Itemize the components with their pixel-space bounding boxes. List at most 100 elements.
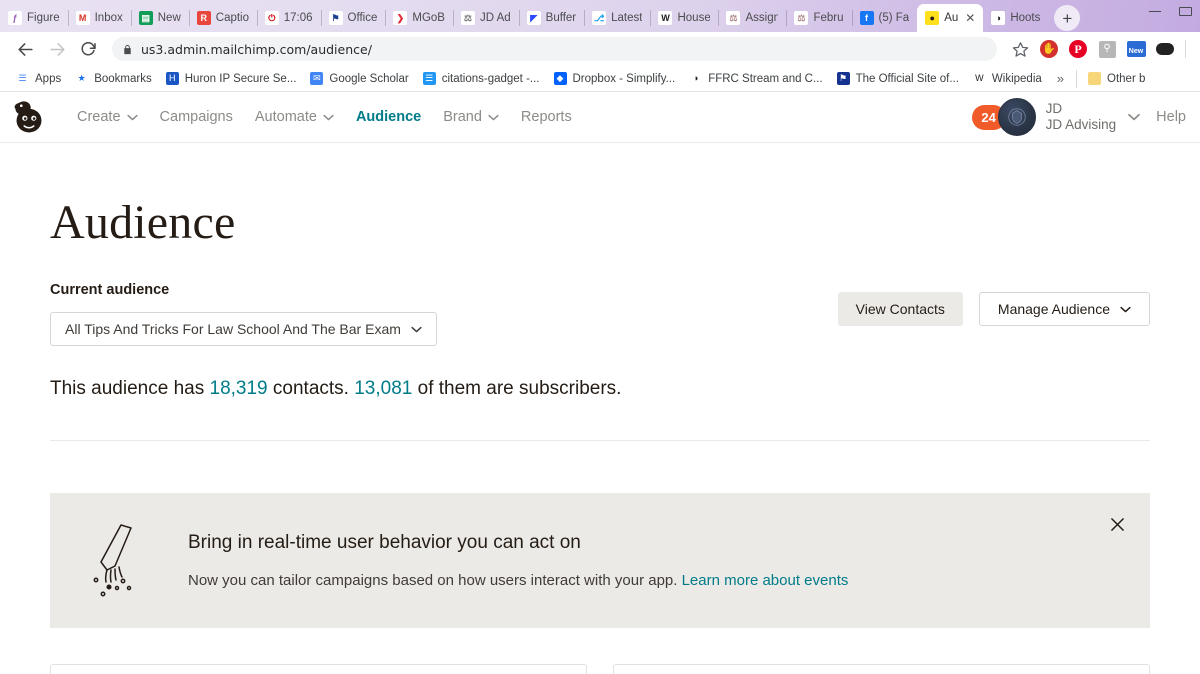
page-title: Audience: [50, 196, 236, 249]
view-contacts-button[interactable]: View Contacts: [837, 292, 963, 326]
bookmark-dropbox[interactable]: ◆ Dropbox - Simplify...: [547, 68, 683, 90]
mailchimp-nav-right: 24 JD JD Advising Help: [971, 98, 1186, 136]
browser-tab-10[interactable]: W House: [650, 4, 718, 32]
bookmark-bookmarks-label: Bookmarks: [94, 72, 152, 85]
browser-tab-label: JD Ad: [479, 12, 511, 24]
bookmarks-overflow-button[interactable]: »: [1049, 71, 1072, 86]
bookmark-ffrc[interactable]: ◑ FFRC Stream and C...: [682, 68, 829, 90]
screencast-extension-icon[interactable]: New: [1123, 36, 1149, 62]
bookmark-wikipedia[interactable]: W Wikipedia: [966, 68, 1049, 90]
nav-item-reports[interactable]: Reports: [510, 103, 583, 131]
browser-toolbar: us3.admin.mailchimp.com/audience/ ✋ P ⚲ …: [0, 32, 1200, 66]
browser-tab-label: 17:06: [283, 12, 313, 24]
chevron-down-glyph: [1128, 113, 1141, 121]
browser-tab-4[interactable]: ⏻ 17:06: [256, 4, 321, 32]
new-tab-button[interactable]: +: [1054, 5, 1081, 31]
nav-item-label: Reports: [520, 109, 572, 125]
audience-card-left[interactable]: [50, 664, 587, 674]
browser-tab-12[interactable]: ⚖ Febru: [786, 4, 851, 32]
pointing-hand-illustration: [78, 518, 170, 604]
promo-text-block: Bring in real-time user behavior you can…: [188, 532, 848, 589]
nav-item-automate[interactable]: Automate: [244, 103, 345, 131]
browser-tab-label: New: [157, 12, 181, 24]
browser-tab-label: (5) Fa: [878, 12, 910, 24]
browser-tab-6[interactable]: ❯ MGoB: [385, 4, 453, 32]
audience-card-right[interactable]: [613, 664, 1150, 674]
browser-tab-0[interactable]: ƒ Figure: [0, 4, 68, 32]
avatar[interactable]: [997, 98, 1036, 136]
browser-tab-9[interactable]: ⎇ Latest: [584, 4, 650, 32]
promo-close-button[interactable]: [1106, 513, 1128, 535]
browser-tab-label: Figure: [27, 12, 60, 24]
address-bar[interactable]: us3.admin.mailchimp.com/audience/: [112, 37, 997, 61]
bookmark-bookmarks[interactable]: ★ Bookmarks: [68, 68, 159, 90]
help-link[interactable]: Help: [1156, 109, 1186, 125]
manage-audience-label: Manage Audience: [997, 301, 1110, 317]
bookmark-huron[interactable]: H Huron IP Secure Se...: [159, 68, 304, 90]
bookmark-wikipedia-icon: W: [975, 73, 984, 83]
maximize-icon: [1178, 6, 1192, 16]
browser-tab-5[interactable]: ⚑ Office: [320, 4, 386, 32]
mailchimp-app: Create Campaigns Automate Audience Brand Repo…: [0, 92, 1200, 674]
jdadvising-icon: ⚖: [794, 11, 809, 25]
nav-item-label: Automate: [254, 109, 317, 125]
account-menu[interactable]: JD JD Advising: [1046, 101, 1117, 134]
browser-tab-label: Assign: [745, 12, 779, 24]
window-minimize-button[interactable]: [1140, 0, 1170, 22]
window-maximize-button[interactable]: [1170, 0, 1200, 22]
new-tab-plus-icon: +: [1062, 8, 1073, 28]
audience-select[interactable]: All Tips And Tricks For Law School And T…: [50, 312, 437, 346]
browser-tab-2[interactable]: ▤ New: [130, 4, 189, 32]
bookmark-official-site[interactable]: ⚑ The Official Site of...: [830, 68, 966, 90]
summary-contacts-count[interactable]: 18,319: [210, 378, 268, 399]
pinterest-extension-icon[interactable]: P: [1065, 36, 1091, 62]
lastpass-extension-icon[interactable]: [1152, 36, 1178, 62]
notification-count: 24: [981, 109, 996, 125]
mailchimp-nav-links: Create Campaigns Automate Audience Brand Repo…: [66, 103, 583, 131]
reload-button[interactable]: [74, 34, 104, 64]
grammarly-extension-icon[interactable]: ⚲: [1094, 36, 1120, 62]
browser-tab-7[interactable]: ⚖ JD Ad: [452, 4, 519, 32]
nav-item-campaigns[interactable]: Campaigns: [149, 103, 244, 131]
figure-icon: ƒ: [8, 11, 22, 25]
browser-tab-label: Buffer: [545, 12, 577, 24]
learn-more-about-events-link[interactable]: Learn more about events: [682, 572, 849, 589]
browser-tab-15[interactable]: ◑ Hoots: [983, 4, 1048, 32]
timer-icon: ⏻: [264, 11, 279, 25]
forward-button[interactable]: [42, 34, 72, 64]
browser-tab-13[interactable]: f (5) Fa: [851, 4, 918, 32]
extension-icons: ✋ P ⚲ New: [1007, 36, 1190, 62]
manage-audience-button[interactable]: Manage Audience: [978, 292, 1150, 326]
other-bookmarks-folder[interactable]: Other b: [1081, 68, 1152, 90]
bookmark-citations-gadget[interactable]: ☰ citations-gadget -...: [416, 68, 547, 90]
bookmark-citations-gadget-icon: ☰: [422, 72, 436, 85]
back-arrow-icon: [17, 42, 33, 56]
nav-item-create[interactable]: Create: [66, 103, 149, 131]
freddie-logo-icon: [14, 101, 42, 133]
browser-tab-1[interactable]: M Inbox: [67, 4, 131, 32]
adblock-extension-icon[interactable]: ✋: [1036, 36, 1062, 62]
bookmark-google-scholar[interactable]: ✉ Google Scholar: [303, 68, 415, 90]
events-promo-banner: Bring in real-time user behavior you can…: [50, 493, 1150, 628]
nav-item-brand[interactable]: Brand: [432, 103, 510, 131]
tab-close-icon[interactable]: ✕: [965, 12, 975, 24]
bookmark-apps[interactable]: ☰ Apps: [9, 68, 68, 90]
browser-tab-8[interactable]: ◤ Buffer: [518, 4, 584, 32]
back-button[interactable]: [10, 34, 40, 64]
mailchimp-freddie-logo[interactable]: [10, 98, 48, 136]
browser-tab-14[interactable]: ● Au ✕: [917, 4, 984, 32]
bookmark-star-icon[interactable]: [1007, 36, 1033, 62]
account-chevron-down-icon[interactable]: [1128, 108, 1141, 126]
browser-tab-label: Hoots: [1010, 12, 1041, 24]
folder-icon: [1088, 72, 1102, 85]
account-user-name: JD: [1045, 100, 1063, 116]
nav-item-label: Audience: [355, 109, 422, 125]
browser-tab-11[interactable]: ⚖ Assign: [718, 4, 786, 32]
summary-subscribers-count[interactable]: 13,081: [354, 378, 412, 399]
nav-item-audience[interactable]: Audience: [345, 103, 432, 131]
browser-tab-label: Inbox: [94, 12, 123, 24]
browser-tab-3[interactable]: R Captio: [188, 4, 257, 32]
mailchimp-icon: ●: [925, 11, 940, 25]
nav-item-label: Brand: [443, 109, 482, 125]
nav-item-label: Campaigns: [159, 109, 233, 125]
